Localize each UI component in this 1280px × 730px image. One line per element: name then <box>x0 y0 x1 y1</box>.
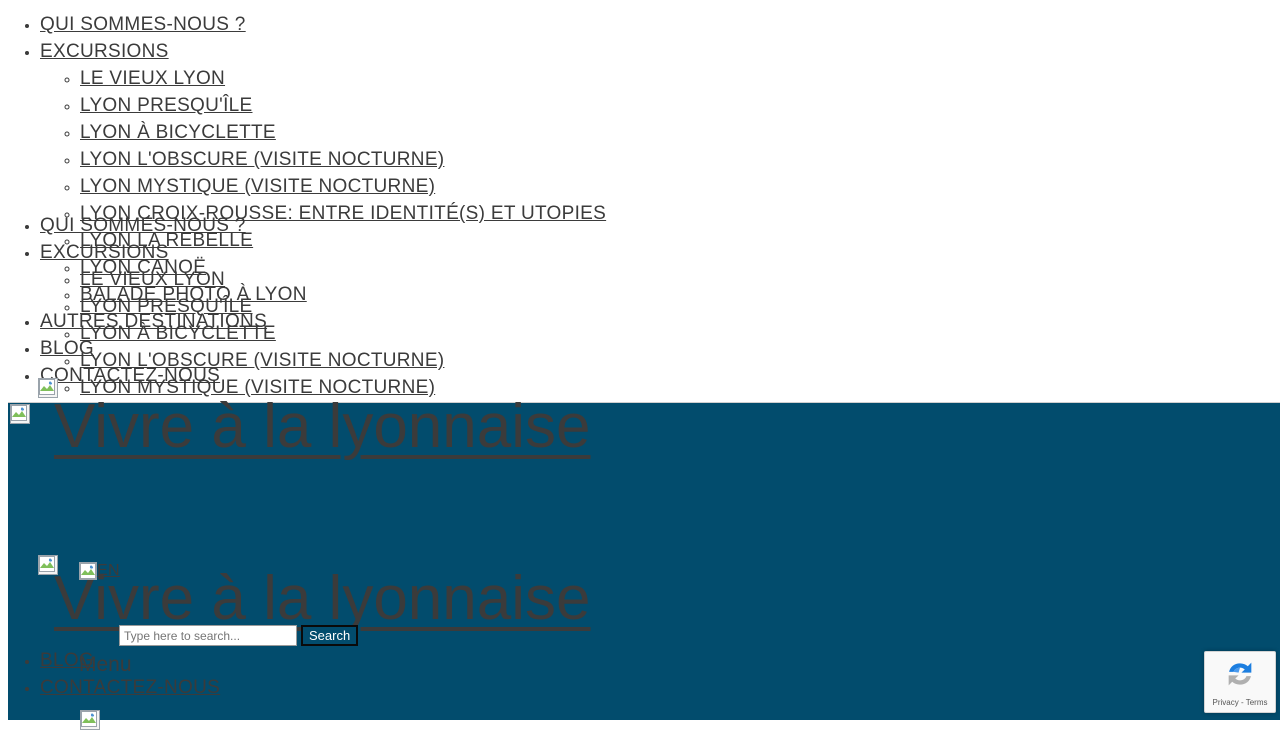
nav-item-lyon-a-bicyclette-dup[interactable]: LYON À BICYCLETTE <box>80 321 1280 348</box>
nav-item-lyon-mystique[interactable]: LYON MYSTIQUE (VISITE NOCTURNE) <box>80 174 1280 201</box>
nav-item-lyon-lobscure-dup[interactable]: LYON L'OBSCURE (VISITE NOCTURNE) <box>80 348 1280 375</box>
nav-link-lyon-lobscure[interactable]: LYON L'OBSCURE (VISITE NOCTURNE) <box>80 149 444 170</box>
nav-link-contactez-nous-bottom[interactable]: CONTACTEZ-NOUS <box>40 677 220 698</box>
site-title-link[interactable]: Vivre à la lyonnaise <box>54 392 591 461</box>
nav-link-excursions-dup[interactable]: EXCURSIONS <box>40 242 169 263</box>
search-submit-button[interactable]: Search <box>301 625 359 646</box>
site-title-link-duplicate[interactable]: Vivre à la lyonnaise <box>54 564 591 633</box>
nav-link-le-vieux-lyon-dup[interactable]: LE VIEUX LYON <box>80 269 225 290</box>
search-form: Search <box>119 625 359 646</box>
nav-item-contactez-nous-bottom[interactable]: CONTACTEZ-NOUS <box>40 675 700 702</box>
broken-image-icon <box>80 710 100 730</box>
language-link-en[interactable]: EN <box>97 562 120 579</box>
nav-link-lyon-presquile-dup[interactable]: LYON PRESQU'ÎLE <box>80 296 253 317</box>
nav-link-le-vieux-lyon[interactable]: LE VIEUX LYON <box>80 68 225 89</box>
language-switcher[interactable]: EN <box>79 562 120 580</box>
nav-link-qui-sommes-nous[interactable]: QUI SOMMES-NOUS ? <box>40 14 246 35</box>
nav-item-qui-sommes-nous[interactable]: QUI SOMMES-NOUS ? <box>40 12 1280 39</box>
nav-item-lyon-presquile-dup[interactable]: LYON PRESQU'ÎLE <box>80 294 1280 321</box>
nav-item-lyon-a-bicyclette[interactable]: LYON À BICYCLETTE <box>80 120 1280 147</box>
nav-link-lyon-mystique[interactable]: LYON MYSTIQUE (VISITE NOCTURNE) <box>80 176 435 197</box>
recaptcha-privacy-terms[interactable]: Privacy - Terms <box>1213 698 1268 707</box>
site-title-duplicate: Vivre à la lyonnaise <box>54 568 591 630</box>
nav-item-le-vieux-lyon-dup[interactable]: LE VIEUX LYON <box>80 267 1280 294</box>
nav-link-lyon-presquile[interactable]: LYON PRESQU'ÎLE <box>80 95 253 116</box>
site-title: Vivre à la lyonnaise <box>54 396 591 458</box>
nav-link-qui-sommes-nous-dup[interactable]: QUI SOMMES-NOUS ? <box>40 215 246 236</box>
menu-toggle-label[interactable]: Menu <box>79 653 132 677</box>
nav-item-le-vieux-lyon[interactable]: LE VIEUX LYON <box>80 66 1280 93</box>
nav-item-lyon-presquile[interactable]: LYON PRESQU'ÎLE <box>80 93 1280 120</box>
broken-image-icon <box>79 562 97 580</box>
nav-item-qui-sommes-nous-dup[interactable]: QUI SOMMES-NOUS ? <box>40 213 1280 240</box>
broken-image-icon <box>10 404 30 424</box>
recaptcha-icon <box>1223 657 1257 696</box>
nav-link-excursions[interactable]: EXCURSIONS <box>40 41 169 62</box>
nav-link-lyon-lobscure-dup[interactable]: LYON L'OBSCURE (VISITE NOCTURNE) <box>80 350 444 371</box>
nav-link-lyon-a-bicyclette[interactable]: LYON À BICYCLETTE <box>80 122 276 143</box>
search-input[interactable] <box>119 625 297 646</box>
recaptcha-badge[interactable]: Privacy - Terms <box>1204 651 1276 713</box>
nav-item-blog-bottom[interactable]: BLOG <box>40 648 700 675</box>
nav-link-lyon-a-bicyclette-dup[interactable]: LYON À BICYCLETTE <box>80 323 276 344</box>
nav-item-lyon-lobscure[interactable]: LYON L'OBSCURE (VISITE NOCTURNE) <box>80 147 1280 174</box>
